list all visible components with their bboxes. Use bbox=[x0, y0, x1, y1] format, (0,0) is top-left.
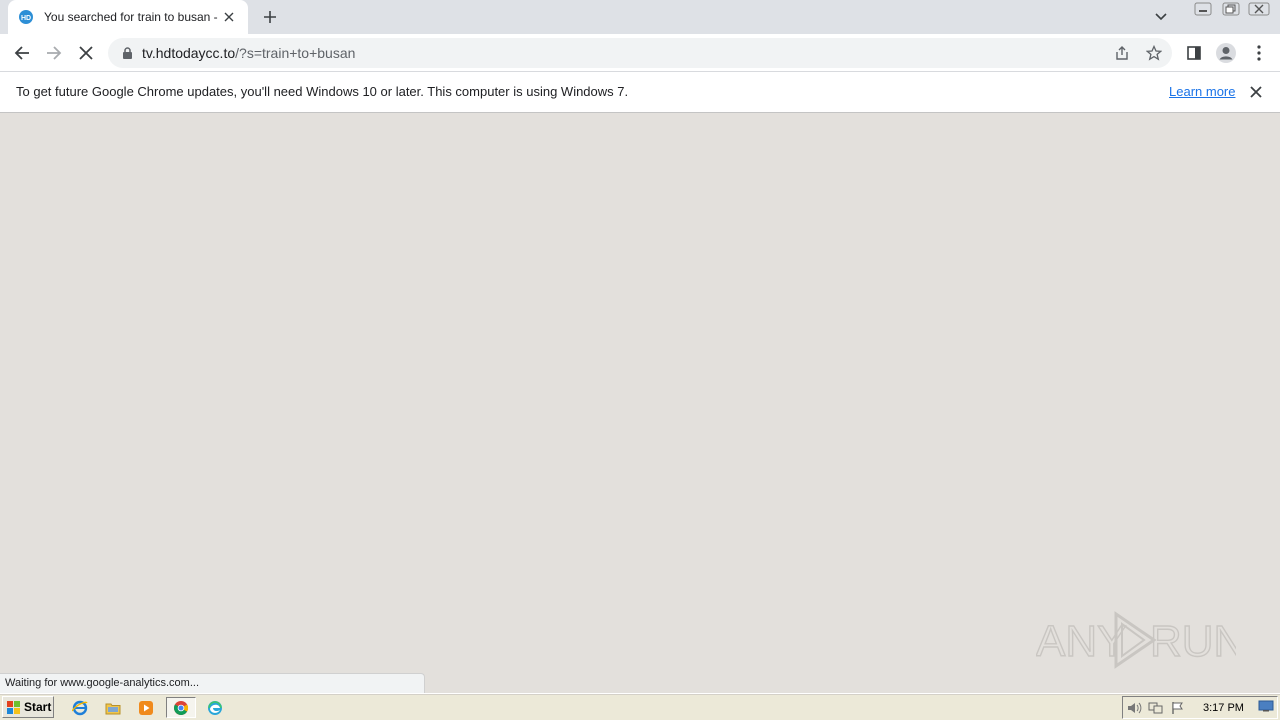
infobar-message: To get future Google Chrome updates, you… bbox=[16, 84, 629, 99]
back-button[interactable] bbox=[9, 40, 35, 66]
profile-avatar-icon[interactable] bbox=[1213, 40, 1239, 66]
close-window-icon[interactable] bbox=[1246, 0, 1272, 17]
tab-search-chevron-icon[interactable] bbox=[1150, 6, 1172, 28]
hdtoday-favicon-icon: HD bbox=[18, 9, 34, 25]
tab-title: You searched for train to busan - HD bbox=[44, 10, 220, 24]
bookmark-star-icon[interactable] bbox=[1140, 41, 1168, 65]
browser-toolbar: tv.hdtodaycc.to/?s=train+to+busan bbox=[0, 34, 1280, 72]
restore-icon[interactable] bbox=[1218, 0, 1244, 17]
start-button[interactable]: Start bbox=[2, 696, 54, 718]
url-host: tv.hdtodaycc.to bbox=[142, 45, 236, 61]
tab-strip: HD You searched for train to busan - HD bbox=[0, 0, 1280, 34]
status-bubble: Waiting for www.google-analytics.com... bbox=[0, 673, 425, 693]
new-tab-button[interactable] bbox=[259, 6, 281, 28]
network-icon[interactable] bbox=[1145, 698, 1167, 718]
side-panel-icon[interactable] bbox=[1181, 40, 1207, 66]
system-tray: 3:17 PM bbox=[1122, 696, 1278, 719]
watermark-right-text: RUN bbox=[1150, 617, 1236, 666]
windows-taskbar: Start 3:17 PM bbox=[0, 693, 1280, 720]
windows-flag-icon bbox=[7, 700, 20, 714]
lock-icon[interactable] bbox=[120, 46, 134, 60]
start-label: Start bbox=[24, 700, 52, 714]
taskbar-clock[interactable]: 3:17 PM bbox=[1203, 702, 1244, 714]
update-infobar: To get future Google Chrome updates, you… bbox=[0, 72, 1280, 113]
chrome-icon[interactable] bbox=[166, 697, 196, 718]
edge-icon[interactable] bbox=[204, 697, 226, 718]
learn-more-link[interactable]: Learn more bbox=[1169, 84, 1235, 99]
menu-kebab-icon[interactable] bbox=[1246, 40, 1272, 66]
share-icon[interactable] bbox=[1108, 41, 1136, 65]
action-center-flag-icon[interactable] bbox=[1167, 698, 1189, 718]
anyrun-watermark: ANY RUN bbox=[1035, 606, 1246, 672]
media-player-icon[interactable] bbox=[135, 697, 157, 718]
address-bar[interactable]: tv.hdtodaycc.to/?s=train+to+busan bbox=[108, 38, 1172, 68]
browser-tab[interactable]: HD You searched for train to busan - HD bbox=[8, 0, 248, 34]
internet-explorer-icon[interactable] bbox=[69, 697, 91, 718]
folder-icon[interactable] bbox=[102, 697, 124, 718]
minimize-icon[interactable] bbox=[1190, 0, 1216, 17]
url-path: /?s=train+to+busan bbox=[235, 45, 356, 61]
close-infobar-icon[interactable] bbox=[1246, 82, 1266, 102]
show-desktop-icon[interactable] bbox=[1258, 700, 1274, 715]
url-text[interactable]: tv.hdtodaycc.to/?s=train+to+busan bbox=[142, 45, 355, 61]
close-tab-icon[interactable] bbox=[220, 8, 238, 26]
volume-icon[interactable] bbox=[1123, 698, 1145, 718]
stop-loading-button[interactable] bbox=[73, 40, 99, 66]
window-controls bbox=[1188, 0, 1272, 17]
forward-button[interactable] bbox=[41, 40, 67, 66]
svg-text:HD: HD bbox=[21, 15, 31, 22]
watermark-left-text: ANY bbox=[1036, 617, 1126, 666]
